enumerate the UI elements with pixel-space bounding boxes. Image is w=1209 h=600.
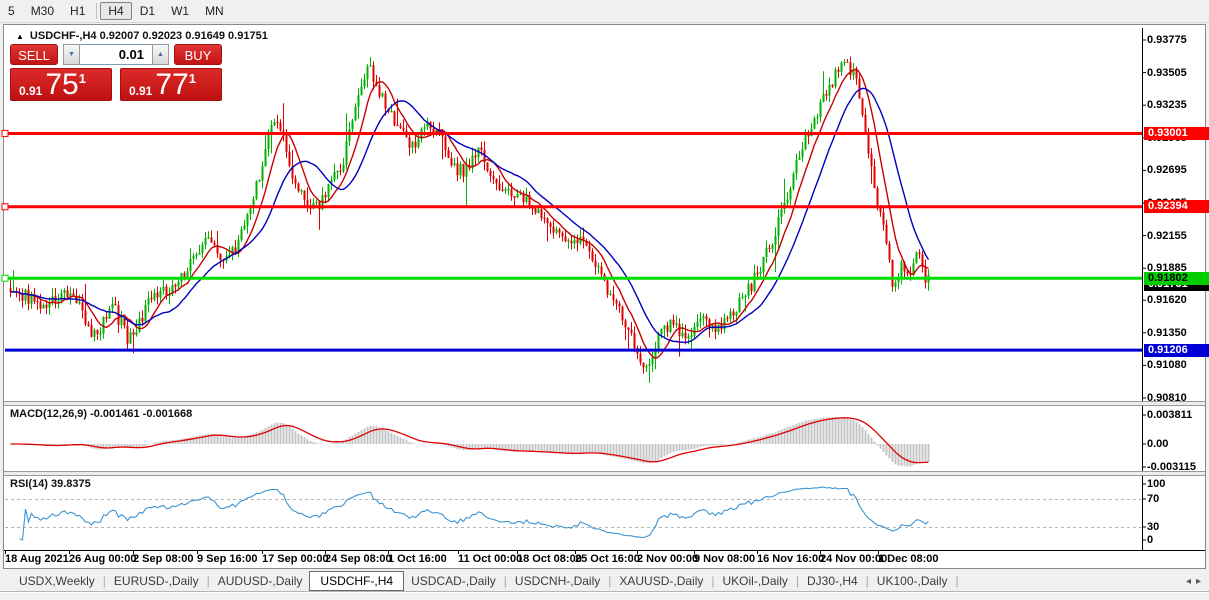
timeframe-button-m30[interactable]: M30 <box>23 2 62 20</box>
timeframe-button-h4[interactable]: H4 <box>100 2 131 20</box>
chart-tab-ukoil-daily[interactable]: UKOil-,Daily <box>716 572 795 590</box>
one-click-trading-panel: SELL ▼ ▲ BUY 0.91 75 1 0.91 77 1 <box>10 44 222 101</box>
sell-price-digits: 75 <box>45 70 78 99</box>
chart-tab-usdchf-h4[interactable]: USDCHF-,H4 <box>309 571 404 591</box>
tab-scroll-arrows: ◂▸ <box>1186 576 1201 587</box>
volume-input[interactable] <box>80 44 152 65</box>
chart-tab-usdcad-daily[interactable]: USDCAD-,Daily <box>404 572 503 590</box>
chart-tab-usdcnh-daily[interactable]: USDCNH-,Daily <box>508 572 607 590</box>
buy-price-pip: 1 <box>189 71 196 86</box>
chart-tab-xauusd-daily[interactable]: XAUUSD-,Daily <box>612 572 710 590</box>
timeframe-button-5[interactable]: 5 <box>0 2 23 20</box>
sell-price-display[interactable]: 0.91 75 1 <box>10 68 112 101</box>
collapse-panel-icon[interactable]: ▲ <box>16 32 24 41</box>
rsi-label: RSI(14) 39.8375 <box>10 478 91 490</box>
toolbar-separator <box>96 3 97 19</box>
buy-price-prefix: 0.91 <box>129 83 152 99</box>
timeframe-button-w1[interactable]: W1 <box>163 2 197 20</box>
buy-price-digits: 77 <box>155 70 188 99</box>
chart-tab-eurusd-daily[interactable]: EURUSD-,Daily <box>107 572 206 590</box>
chart-tab-usdx-weekly[interactable]: USDX,Weekly <box>12 572 102 590</box>
chevron-up-icon: ▲ <box>157 51 164 58</box>
tab-separator: | <box>955 574 960 588</box>
tab-scroll-right-icon[interactable]: ▸ <box>1196 576 1201 587</box>
chart-tab-bar: USDX,Weekly|EURUSD-,Daily|AUDUSD-,DailyU… <box>0 570 1209 592</box>
status-bar <box>0 592 1209 600</box>
chart-tab-uk100-daily[interactable]: UK100-,Daily <box>870 572 955 590</box>
buy-button[interactable]: BUY <box>174 44 222 65</box>
chart-window <box>3 24 1206 569</box>
timeframe-button-d1[interactable]: D1 <box>132 2 163 20</box>
timeframe-button-h1[interactable]: H1 <box>62 2 93 20</box>
sell-button[interactable]: SELL <box>10 44 58 65</box>
timeframe-toolbar: 5M30H1 H4D1W1MN <box>0 0 1209 23</box>
chart-ohlc-title: ▲ USDCHF-,H4 0.92007 0.92023 0.91649 0.91… <box>16 30 268 42</box>
chart-tab-dj30-h4[interactable]: DJ30-,H4 <box>800 572 865 590</box>
chart-title-text: USDCHF-,H4 0.92007 0.92023 0.91649 0.917… <box>30 30 268 42</box>
sell-price-prefix: 0.91 <box>19 83 42 99</box>
buy-price-display[interactable]: 0.91 77 1 <box>120 68 222 101</box>
macd-label: MACD(12,26,9) -0.001461 -0.001668 <box>10 408 192 420</box>
panel-splitter-rsi[interactable] <box>4 471 1205 476</box>
chevron-down-icon: ▼ <box>68 51 75 58</box>
volume-increase-button[interactable]: ▲ <box>152 44 169 65</box>
panel-splitter-macd[interactable] <box>4 401 1205 406</box>
sell-price-pip: 1 <box>79 71 86 86</box>
chart-tab-audusd-daily[interactable]: AUDUSD-,Daily <box>211 572 310 590</box>
tab-scroll-left-icon[interactable]: ◂ <box>1186 576 1191 587</box>
volume-decrease-button[interactable]: ▼ <box>63 44 80 65</box>
timeframe-button-mn[interactable]: MN <box>197 2 232 20</box>
